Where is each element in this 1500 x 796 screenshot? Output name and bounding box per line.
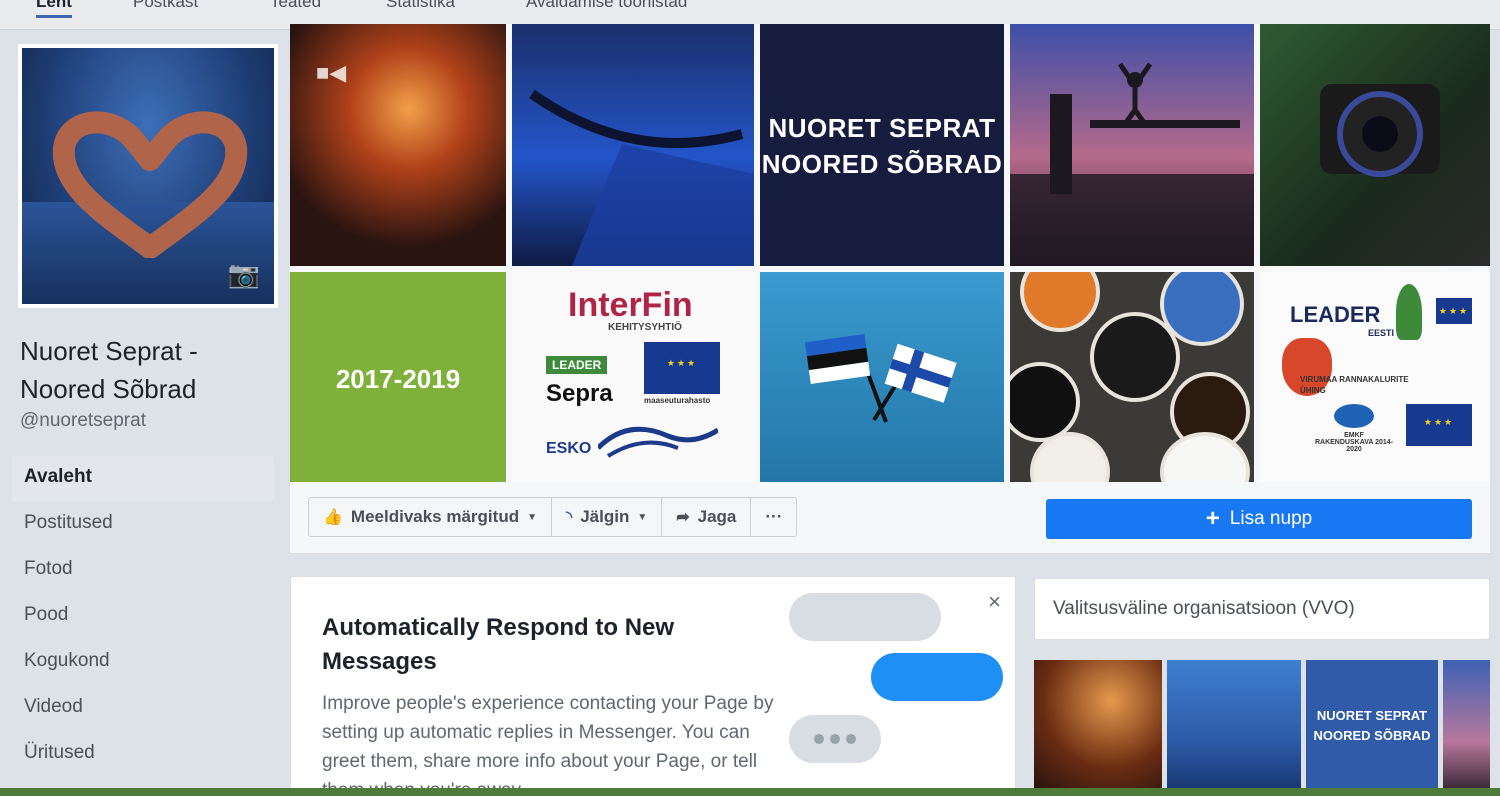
rss-icon: ◝ [566, 509, 573, 526]
leader-eesti-logo: LEADER [1290, 302, 1381, 327]
esko-waves-icon [598, 426, 718, 458]
plus-icon: + [1205, 505, 1220, 532]
nav-item-videos[interactable]: Videod [12, 686, 274, 732]
campfire-photo: ■◀ [290, 24, 506, 266]
tree-icon [1396, 284, 1422, 340]
chevron-down-icon: ▼ [527, 511, 537, 523]
nav-item-photos[interactable]: Fotod [12, 548, 274, 594]
tab-insights[interactable]: Statistika [386, 0, 455, 12]
share-button[interactable]: ➦ Jaga [662, 498, 752, 536]
promo-title: Automatically Respond to New Messages [322, 614, 675, 675]
nav-item-posts[interactable]: Postitused [12, 502, 274, 548]
profile-picture[interactable]: 📷 [18, 44, 278, 308]
eesti-label: EESTI [1368, 328, 1395, 338]
thumbnail-title-line2: NOORED SÕBRAD [1313, 728, 1431, 743]
photo-thumbnails: NUORET SEPRAT NOORED SÕBRAD [1034, 660, 1490, 796]
boat-photo [512, 24, 754, 266]
page-title: Nuoret Seprat - Noored Sõbrad [20, 336, 198, 404]
like-button-label: Meeldivaks märgitud [350, 507, 520, 526]
photo-thumbnail[interactable] [1167, 660, 1301, 796]
tab-inbox[interactable]: Postkast [133, 0, 198, 12]
eu-flag-icon [1436, 298, 1472, 324]
eu-fund-label: maaseuturahasto [644, 396, 711, 405]
tab-notifications[interactable]: Teated [270, 0, 321, 12]
heart-hands-image [52, 111, 248, 258]
page-actions-bar: 👍 Meeldivaks märgitud ▼ ◝ Jälgin ▼ ➦ Jag… [290, 482, 1490, 554]
like-button[interactable]: 👍 Meeldivaks märgitud ▼ [309, 498, 552, 536]
tab-publishing-tools[interactable]: Avaldamise tööriistad [526, 0, 687, 12]
nav-item-community[interactable]: Kogukond [12, 640, 274, 686]
jumping-pier-photo [1010, 24, 1254, 266]
crossed-flags-icon [804, 334, 957, 423]
tab-feed[interactable]: Lent [36, 0, 72, 18]
more-button[interactable]: ··· [751, 498, 796, 536]
interfin-subtitle: KEHITYSYHTIÖ [608, 322, 682, 333]
interfin-logo: InterFin [568, 286, 693, 324]
partner-logos-tile: InterFin KEHITYSYHTIÖ LEADER Sepra maase… [512, 272, 754, 482]
esko-logo: ESKO [546, 440, 592, 457]
cover-title-line1: NUORET SEPRAT [768, 113, 996, 143]
flags-tile [760, 272, 1004, 482]
page-category-card: Valitsusväline organisatsioon (VVO) [1034, 578, 1490, 640]
os-taskbar [0, 788, 1500, 796]
follow-button-label: Jälgin [580, 507, 630, 526]
add-button[interactable]: + Lisa nupp [1046, 499, 1472, 539]
sepra-logo: Sepra [546, 380, 613, 407]
promo-body: Improve people's experience contacting y… [322, 693, 774, 795]
nav-item-shop[interactable]: Pood [12, 594, 274, 640]
photographer-photo [1260, 24, 1490, 266]
chat-bubble-illustration [789, 593, 941, 641]
typing-indicator-illustration [789, 715, 881, 763]
page-nav: Avaleht Postitused Fotod Pood Kogukond V… [12, 456, 274, 778]
share-button-label: Jaga [697, 507, 737, 526]
paint-can [1090, 312, 1180, 402]
typing-dot [814, 734, 824, 744]
boat-rope-graphic [529, 89, 754, 266]
photo-thumbnail[interactable] [1034, 660, 1162, 796]
add-button-label: Lisa nupp [1229, 508, 1313, 529]
close-icon[interactable]: × [988, 589, 1001, 615]
title-tile: NUORET SEPRAT NOORED SÕBRAD [760, 24, 1004, 266]
page-category[interactable]: Valitsusväline organisatsioon (VVO) [1053, 598, 1355, 620]
typing-dot [846, 734, 856, 744]
chat-bubble-illustration [871, 653, 1003, 701]
paint-can [1020, 272, 1100, 332]
eu-flag-icon [644, 342, 720, 394]
eu-flag-icon [1406, 404, 1472, 446]
action-button-group: 👍 Meeldivaks märgitud ▼ ◝ Jälgin ▼ ➦ Jag… [308, 497, 798, 537]
typing-dot [830, 734, 840, 744]
auto-reply-promo-card: Automatically Respond to New Messages Im… [290, 576, 1016, 796]
paint-cans-photo [1010, 272, 1254, 482]
photo-thumbnail[interactable] [1443, 660, 1490, 796]
thumbs-up-icon: 👍 [323, 509, 343, 526]
years-label: 2017-2019 [335, 364, 461, 394]
nav-item-events[interactable]: Üritused [12, 732, 274, 778]
share-arrow-icon: ➦ [676, 509, 690, 526]
camera-icon[interactable]: 📷 [228, 259, 260, 290]
paint-can [1010, 362, 1080, 442]
nav-item-home[interactable]: Avaleht [12, 456, 274, 502]
emkf-label: EMKF RAKENDUSKAVA 2014-2020 [1314, 432, 1394, 453]
sponsor-logos-tile: LEADER EESTI VIRUMAA RANNAKALURITE ÜHING… [1260, 272, 1490, 482]
photo-thumbnail[interactable]: NUORET SEPRAT NOORED SÕBRAD [1306, 660, 1438, 796]
video-camera-icon: ■◀ [316, 60, 347, 85]
more-dots-icon: ··· [765, 507, 783, 526]
leader-logo: LEADER [546, 356, 608, 374]
emkf-fish-icon [1334, 404, 1374, 428]
years-tile: 2017-2019 [290, 272, 506, 482]
page-username[interactable]: @nuoretseprat [20, 410, 146, 432]
camera-lens-graphic [1320, 84, 1440, 177]
cover-title-line2: NOORED SÕBRAD [761, 149, 1003, 179]
pier-silhouette [1010, 62, 1254, 266]
cover-photo[interactable]: ■◀ NUORET SEPRAT NOORED SÕBRAD 2017-2019… [290, 24, 1490, 482]
thumbnail-title-line1: NUORET SEPRAT [1316, 708, 1428, 723]
virumaa-label: VIRUMAA RANNAKALURITE ÜHING [1300, 375, 1409, 395]
follow-button[interactable]: ◝ Jälgin ▼ [552, 498, 663, 536]
chevron-down-icon: ▼ [637, 511, 648, 523]
